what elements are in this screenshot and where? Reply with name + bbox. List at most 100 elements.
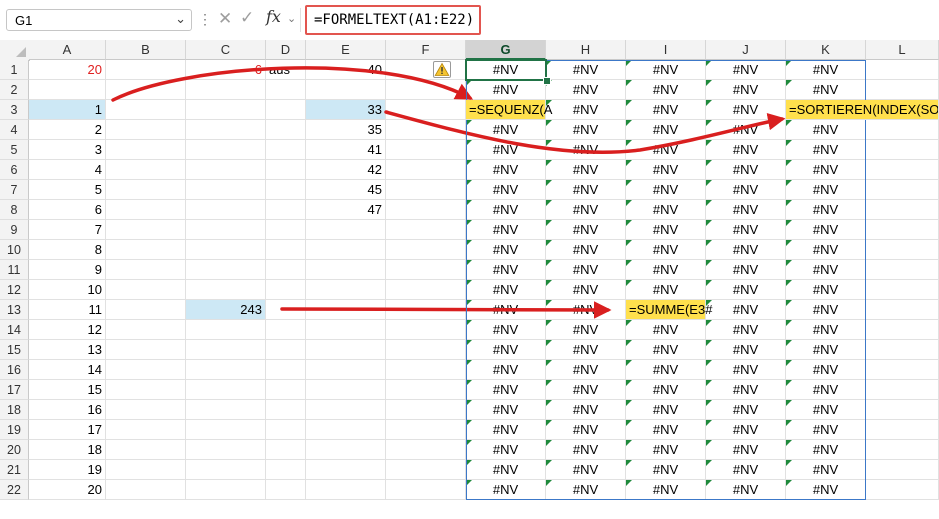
- cell-I7[interactable]: #NV: [626, 180, 706, 200]
- cell-B17[interactable]: [106, 380, 186, 400]
- cell-K21[interactable]: #NV: [786, 460, 866, 480]
- cell-D11[interactable]: [266, 260, 306, 280]
- cell-C17[interactable]: [186, 380, 266, 400]
- cell-A12[interactable]: 10: [29, 280, 106, 300]
- cell-D4[interactable]: [266, 120, 306, 140]
- cell-L2[interactable]: [866, 80, 939, 100]
- cell-A1[interactable]: 20: [29, 60, 106, 80]
- cell-A2[interactable]: [29, 80, 106, 100]
- cell-L1[interactable]: [866, 60, 939, 80]
- cell-C7[interactable]: [186, 180, 266, 200]
- select-all-corner[interactable]: [0, 40, 30, 61]
- cell-L5[interactable]: [866, 140, 939, 160]
- row-header-13[interactable]: 13: [0, 300, 29, 320]
- cell-K8[interactable]: #NV: [786, 200, 866, 220]
- row-header-17[interactable]: 17: [0, 380, 29, 400]
- cell-E11[interactable]: [306, 260, 386, 280]
- cell-L6[interactable]: [866, 160, 939, 180]
- cell-G11[interactable]: #NV: [466, 260, 546, 280]
- cell-I9[interactable]: #NV: [626, 220, 706, 240]
- cell-D2[interactable]: [266, 80, 306, 100]
- cell-E10[interactable]: [306, 240, 386, 260]
- cell-L19[interactable]: [866, 420, 939, 440]
- row-header-8[interactable]: 8: [0, 200, 29, 220]
- cell-E3[interactable]: 33: [306, 100, 386, 120]
- cell-C10[interactable]: [186, 240, 266, 260]
- cell-H4[interactable]: #NV: [546, 120, 626, 140]
- cell-C11[interactable]: [186, 260, 266, 280]
- cell-G7[interactable]: #NV: [466, 180, 546, 200]
- cell-J16[interactable]: #NV: [706, 360, 786, 380]
- cell-J21[interactable]: #NV: [706, 460, 786, 480]
- cell-I1[interactable]: #NV: [626, 60, 706, 80]
- cell-G19[interactable]: #NV: [466, 420, 546, 440]
- cell-B11[interactable]: [106, 260, 186, 280]
- formula-bar-handle-icon[interactable]: ⋮: [198, 11, 212, 28]
- cell-F20[interactable]: [386, 440, 466, 460]
- cell-H9[interactable]: #NV: [546, 220, 626, 240]
- cell-K22[interactable]: #NV: [786, 480, 866, 500]
- cell-H18[interactable]: #NV: [546, 400, 626, 420]
- column-header-A[interactable]: A: [29, 40, 106, 60]
- cell-I10[interactable]: #NV: [626, 240, 706, 260]
- cell-H2[interactable]: #NV: [546, 80, 626, 100]
- cell-B10[interactable]: [106, 240, 186, 260]
- cell-I3[interactable]: #NV: [626, 100, 706, 120]
- cell-D6[interactable]: [266, 160, 306, 180]
- cell-L7[interactable]: [866, 180, 939, 200]
- cell-J1[interactable]: #NV: [706, 60, 786, 80]
- cell-H16[interactable]: #NV: [546, 360, 626, 380]
- cell-D22[interactable]: [266, 480, 306, 500]
- cell-K17[interactable]: #NV: [786, 380, 866, 400]
- row-header-3[interactable]: 3: [0, 100, 29, 120]
- cell-H6[interactable]: #NV: [546, 160, 626, 180]
- cell-C15[interactable]: [186, 340, 266, 360]
- row-header-14[interactable]: 14: [0, 320, 29, 340]
- cell-G15[interactable]: #NV: [466, 340, 546, 360]
- cell-D7[interactable]: [266, 180, 306, 200]
- cell-E8[interactable]: 47: [306, 200, 386, 220]
- cell-K11[interactable]: #NV: [786, 260, 866, 280]
- cell-A10[interactable]: 8: [29, 240, 106, 260]
- cell-A8[interactable]: 6: [29, 200, 106, 220]
- column-header-D[interactable]: D: [266, 40, 306, 60]
- cell-A6[interactable]: 4: [29, 160, 106, 180]
- cell-E2[interactable]: [306, 80, 386, 100]
- cell-B5[interactable]: [106, 140, 186, 160]
- cell-C9[interactable]: [186, 220, 266, 240]
- cell-A17[interactable]: 15: [29, 380, 106, 400]
- cell-E12[interactable]: [306, 280, 386, 300]
- cell-J7[interactable]: #NV: [706, 180, 786, 200]
- cell-H11[interactable]: #NV: [546, 260, 626, 280]
- cell-B15[interactable]: [106, 340, 186, 360]
- cell-H3[interactable]: #NV: [546, 100, 626, 120]
- cell-F14[interactable]: [386, 320, 466, 340]
- row-header-9[interactable]: 9: [0, 220, 29, 240]
- cell-F13[interactable]: [386, 300, 466, 320]
- cell-C21[interactable]: [186, 460, 266, 480]
- cell-J15[interactable]: #NV: [706, 340, 786, 360]
- cell-J3[interactable]: #NV: [706, 100, 786, 120]
- cell-B3[interactable]: [106, 100, 186, 120]
- cell-J4[interactable]: #NV: [706, 120, 786, 140]
- cell-B8[interactable]: [106, 200, 186, 220]
- cell-K15[interactable]: #NV: [786, 340, 866, 360]
- row-header-7[interactable]: 7: [0, 180, 29, 200]
- cell-L13[interactable]: [866, 300, 939, 320]
- cell-K14[interactable]: #NV: [786, 320, 866, 340]
- cell-H19[interactable]: #NV: [546, 420, 626, 440]
- cell-B6[interactable]: [106, 160, 186, 180]
- cell-B7[interactable]: [106, 180, 186, 200]
- cell-C20[interactable]: [186, 440, 266, 460]
- row-header-10[interactable]: 10: [0, 240, 29, 260]
- cell-I13[interactable]: =SUMME(E3#: [626, 300, 712, 320]
- cell-G9[interactable]: #NV: [466, 220, 546, 240]
- cell-H21[interactable]: #NV: [546, 460, 626, 480]
- cell-G18[interactable]: #NV: [466, 400, 546, 420]
- cell-K5[interactable]: #NV: [786, 140, 866, 160]
- column-header-J[interactable]: J: [706, 40, 786, 60]
- cell-C22[interactable]: [186, 480, 266, 500]
- cell-L17[interactable]: [866, 380, 939, 400]
- row-header-11[interactable]: 11: [0, 260, 29, 280]
- cell-G20[interactable]: #NV: [466, 440, 546, 460]
